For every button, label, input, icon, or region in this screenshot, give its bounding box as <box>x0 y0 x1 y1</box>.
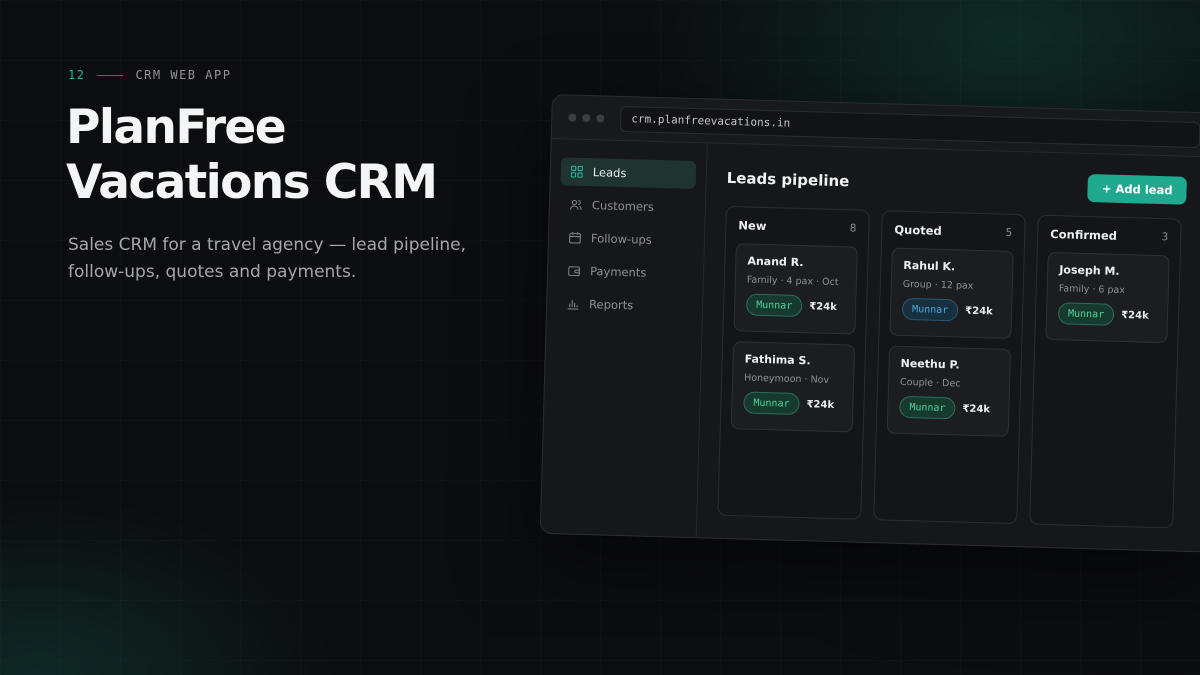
sidebar-item-payments[interactable]: Payments <box>558 256 694 288</box>
lead-value: ₹24k <box>965 305 993 317</box>
lead-footer: Munnar ₹24k <box>745 293 845 319</box>
sidebar-item-reports[interactable]: Reports <box>557 289 693 321</box>
lead-footer: Munnar ₹24k <box>899 395 998 421</box>
sidebar-item-leads[interactable]: Leads <box>560 157 697 190</box>
destination-tag: Munnar <box>899 395 956 420</box>
hero-subtitle: Sales CRM for a travel agency — lead pip… <box>68 235 467 282</box>
destination-tag: Munnar <box>743 391 800 416</box>
lead-meta: Family · 4 pax · Oct <box>746 274 839 289</box>
eyebrow: 12 CRM WEB APP <box>68 68 231 82</box>
bar-chart-icon <box>567 298 579 310</box>
lead-footer: Munnar ₹24k <box>1057 302 1157 327</box>
lead-value: ₹24k <box>806 398 835 411</box>
hero-title: PlanFree Vacations CRM <box>66 100 438 210</box>
url-text: crm.planfreevacations.in <box>631 112 791 130</box>
lead-card[interactable]: Joseph M. Family · 6 pax Munnar ₹24k <box>1045 251 1170 344</box>
sidebar-item-follow-ups[interactable]: Follow-ups <box>559 223 695 255</box>
lead-meta: Honeymoon · Nov <box>743 372 830 386</box>
lead-value: ₹24k <box>809 300 837 313</box>
eyebrow-divider <box>97 74 124 76</box>
sidebar: Leads Customers Follow-ups Payments Repo… <box>540 139 708 540</box>
main-header: Leads pipeline + Add lead <box>726 164 1199 205</box>
lead-footer: Munnar ₹24k <box>901 297 1001 323</box>
destination-tag: Munnar <box>901 297 959 322</box>
lead-name: Joseph M. <box>1059 263 1120 278</box>
sidebar-item-label: Follow-ups <box>590 231 652 247</box>
window-maximize-dot[interactable] <box>596 113 605 122</box>
lead-card[interactable]: Anand R. Family · 4 pax · Oct Munnar ₹24… <box>733 243 858 335</box>
lead-name: Anand R. <box>747 254 804 270</box>
pipeline-board: New 8 Anand R. Family · 4 pax · Oct Munn… <box>717 205 1197 529</box>
column-count: 8 <box>849 222 857 235</box>
column-count: 5 <box>1005 226 1013 239</box>
sidebar-item-label: Customers <box>591 198 654 214</box>
window-close-dot[interactable] <box>568 112 577 122</box>
lead-value: ₹24k <box>1121 309 1149 322</box>
column-header: Quoted 5 <box>892 222 1014 241</box>
calendar-icon <box>569 232 581 244</box>
column-count: 3 <box>1161 231 1169 244</box>
lead-card[interactable]: Rahul K. Group · 12 pax Munnar ₹24k <box>889 247 1014 339</box>
column-header: Confirmed 3 <box>1048 226 1170 245</box>
lead-meta: Family · 6 pax <box>1058 283 1126 297</box>
project-number: 12 <box>68 68 86 82</box>
column-title: New <box>738 218 767 234</box>
users-icon <box>570 199 582 211</box>
column-title: Quoted <box>894 222 942 238</box>
grid-icon <box>570 165 583 178</box>
sidebar-item-label: Payments <box>589 264 647 280</box>
page-title: Leads pipeline <box>726 168 850 191</box>
pipeline-column-new: New 8 Anand R. Family · 4 pax · Oct Munn… <box>717 205 870 520</box>
add-lead-button[interactable]: + Add lead <box>1087 174 1187 205</box>
pipeline-column-confirmed: Confirmed 3 Joseph M. Family · 6 pax Mun… <box>1029 214 1182 529</box>
lead-meta: Couple · Dec <box>899 376 961 390</box>
window-minimize-dot[interactable] <box>582 113 591 122</box>
main-content: Leads pipeline + Add lead New 8 Anand R.… <box>697 143 1200 552</box>
sidebar-item-label: Reports <box>588 297 634 313</box>
app-window: crm.planfreevacations.in Leads Customers… <box>539 94 1200 553</box>
lead-meta: Group · 12 pax <box>902 278 974 292</box>
lead-footer: Munnar ₹24k <box>743 391 842 416</box>
column-title: Confirmed <box>1050 226 1118 243</box>
column-header: New 8 <box>736 217 858 236</box>
sidebar-item-label: Leads <box>592 165 627 181</box>
lead-name: Fathima S. <box>744 352 811 368</box>
lead-card[interactable]: Neethu P. Couple · Dec Munnar ₹24k <box>886 345 1012 437</box>
crm-app: Leads Customers Follow-ups Payments Repo… <box>540 139 1200 553</box>
lead-name: Rahul K. <box>903 258 956 274</box>
destination-tag: Munnar <box>1057 302 1115 326</box>
lead-card[interactable]: Fathima S. Honeymoon · Nov Munnar ₹24k <box>730 341 856 433</box>
lead-name: Neethu P. <box>900 356 960 372</box>
pipeline-column-quoted: Quoted 5 Rahul K. Group · 12 pax Munnar … <box>873 210 1026 525</box>
url-bar[interactable]: crm.planfreevacations.in <box>619 105 1200 148</box>
sidebar-item-customers[interactable]: Customers <box>560 190 696 222</box>
project-category: CRM WEB APP <box>135 68 232 82</box>
wallet-icon <box>568 265 580 277</box>
destination-tag: Munnar <box>745 293 803 318</box>
lead-value: ₹24k <box>962 403 991 415</box>
